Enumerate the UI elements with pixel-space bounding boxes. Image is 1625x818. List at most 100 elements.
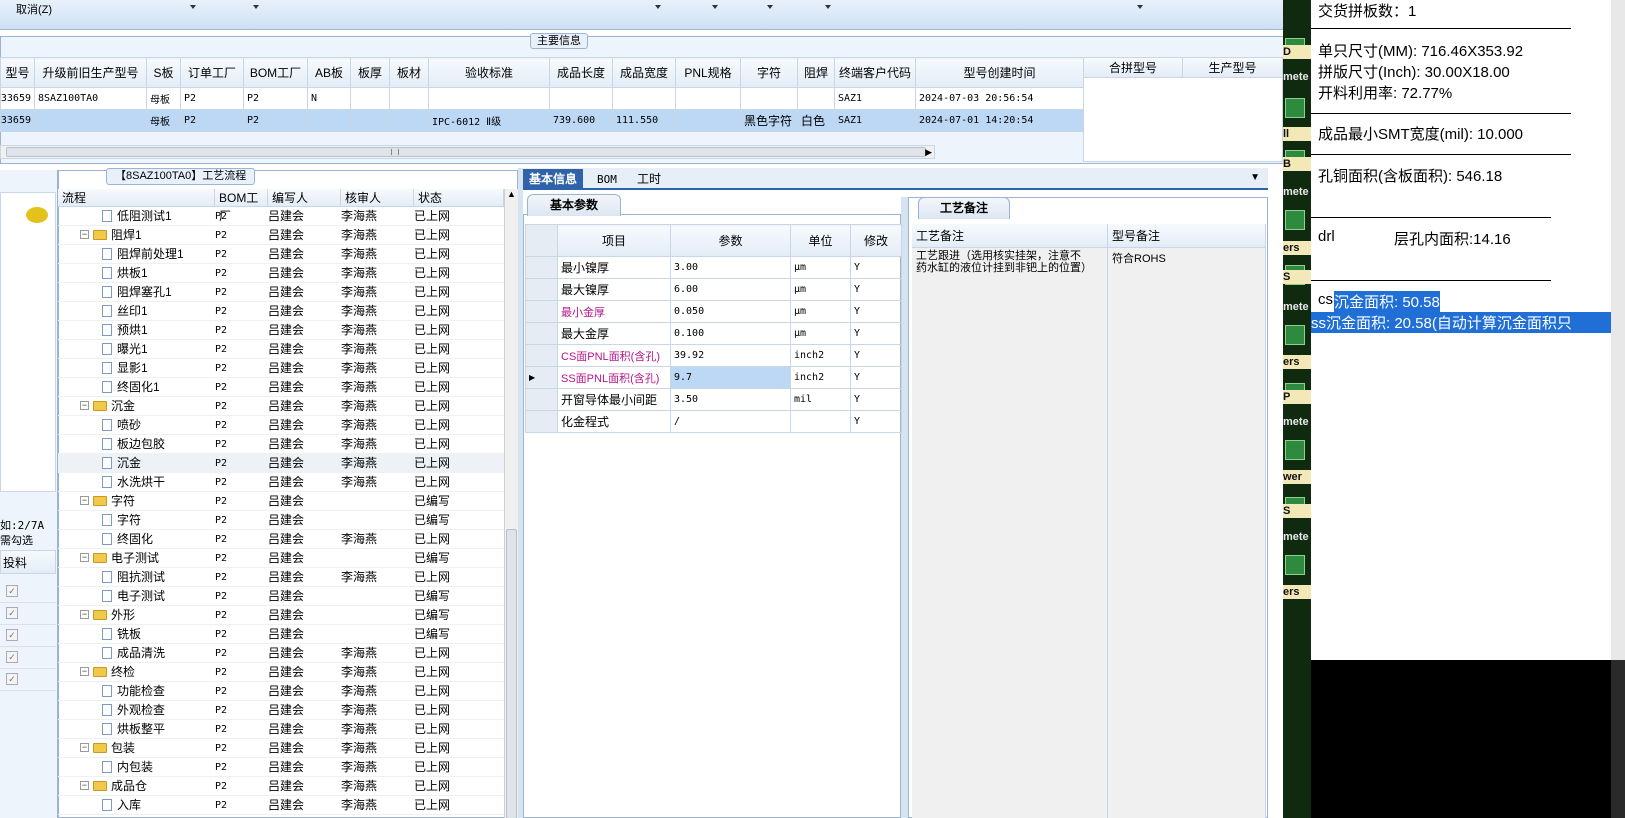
param-modify[interactable]: Y — [850, 300, 902, 323]
splitter[interactable] — [901, 197, 908, 818]
collapse-icon[interactable]: − — [80, 781, 89, 791]
tab-basic-info[interactable]: 基本信息 — [523, 169, 584, 190]
param-modify[interactable]: Y — [850, 344, 902, 367]
collapse-icon[interactable]: − — [80, 610, 89, 620]
process-row[interactable]: 曝光1 P2 吕建会 李海燕 已上网 — [58, 340, 504, 359]
process-row[interactable]: 阻抗测试 P2 吕建会 李海燕 已上网 — [58, 568, 504, 587]
col-header[interactable]: S板 — [146, 57, 181, 88]
col-header[interactable]: 终端客户代码 — [834, 57, 916, 88]
process-row[interactable]: 入库 P2 吕建会 李海燕 已上网 — [58, 796, 504, 815]
dropdown-arrow-icon[interactable] — [825, 5, 831, 9]
process-row[interactable]: 低阻测试1 P2 吕建会 李海燕 已上网 — [58, 207, 504, 226]
param-modify[interactable]: Y — [850, 366, 902, 389]
param-value[interactable]: 39.92 — [670, 344, 791, 367]
note-ss-gold-area[interactable]: ss沉金面积: 20.58(自动计算沉金面积只 — [1311, 312, 1611, 333]
process-row[interactable]: − 成品仓 P2 吕建会 李海燕 已上网 — [58, 777, 504, 796]
app-icon[interactable] — [1285, 325, 1305, 345]
col-header[interactable]: 成品宽度 — [612, 57, 676, 88]
col-header-process[interactable]: 流程 — [58, 189, 215, 207]
process-row[interactable]: 阻焊塞孔1 P2 吕建会 李海燕 已上网 — [58, 283, 504, 302]
row-header[interactable]: ▶ — [525, 366, 558, 389]
process-row[interactable]: 烘板1 P2 吕建会 李海燕 已上网 — [58, 264, 504, 283]
process-row[interactable]: 终固化 P2 吕建会 李海燕 已上网 — [58, 530, 504, 549]
process-row[interactable]: 丝印1 P2 吕建会 李海燕 已上网 — [58, 302, 504, 321]
tab-dropdown-icon[interactable]: ▼ — [1250, 172, 1260, 183]
checkbox[interactable]: ✓ — [6, 607, 18, 619]
col-header[interactable]: 型号 — [0, 57, 35, 88]
col-header[interactable]: BOM工厂 — [243, 57, 308, 88]
col-header[interactable]: 阻焊 — [797, 57, 835, 88]
col-header[interactable]: 验收标准 — [428, 57, 550, 88]
param-value[interactable]: 6.00 — [670, 278, 791, 301]
process-row[interactable]: 终固化1 P2 吕建会 李海燕 已上网 — [58, 378, 504, 397]
row-header[interactable] — [525, 410, 558, 433]
param-value[interactable]: 9.7 — [670, 366, 791, 389]
col-header-production-model[interactable]: 生产型号 — [1183, 58, 1283, 78]
app-icon[interactable] — [1285, 440, 1305, 460]
col-header-editor[interactable]: 编写人 — [268, 189, 341, 207]
col-header[interactable]: 升级前旧生产型号 — [34, 57, 147, 88]
row-header[interactable] — [525, 344, 558, 367]
param-row[interactable]: 开窗导体最小间距 3.50 mil Y — [525, 388, 902, 411]
dropdown-arrow-icon[interactable] — [1137, 5, 1143, 9]
process-row[interactable]: − 沉金 P2 吕建会 李海燕 已上网 — [58, 397, 504, 416]
horizontal-scrollbar[interactable]: ▶ — [0, 145, 935, 159]
col-header-status[interactable]: 状态 — [414, 189, 504, 207]
param-modify[interactable]: Y — [850, 388, 902, 411]
process-remark-cell[interactable]: 工艺跟进（选用核实挂架，注意不药水缸的液位计挂到非钯上的位置） — [912, 248, 1108, 818]
col-header-modify[interactable]: 修改 — [850, 224, 902, 257]
scrollbar-thumb[interactable] — [6, 147, 926, 157]
param-value[interactable]: 0.050 — [670, 300, 791, 323]
collapse-icon[interactable]: − — [80, 667, 89, 677]
process-row[interactable]: 板边包胶 P2 吕建会 李海燕 已上网 — [58, 435, 504, 454]
row-header[interactable] — [525, 322, 558, 345]
col-header-merge-model[interactable]: 合拼型号 — [1084, 58, 1183, 78]
app-icon[interactable] — [1285, 98, 1305, 118]
row-header[interactable] — [525, 300, 558, 323]
col-header[interactable]: 订单工厂 — [180, 57, 244, 88]
param-value[interactable]: 0.100 — [670, 322, 791, 345]
checkbox[interactable]: ✓ — [6, 585, 18, 597]
process-row[interactable]: 沉金 P2 吕建会 李海燕 已上网 — [58, 454, 504, 473]
note-cs-gold-area[interactable]: 沉金面积: 50.58 — [1334, 291, 1440, 312]
col-header[interactable]: 字符 — [740, 57, 798, 88]
param-modify[interactable]: Y — [850, 278, 902, 301]
process-row[interactable]: − 阻焊1 P2 吕建会 李海燕 已上网 — [58, 226, 504, 245]
process-row[interactable]: − 电子测试 P2 吕建会 已编写 — [58, 549, 504, 568]
table-row[interactable]: 33659 8SAZ100TA0 母板 P2 P2 N SAZ1 2024-07… — [0, 87, 1084, 110]
param-row[interactable]: CS面PNL面积(含孔) 39.92 inch2 Y — [525, 344, 902, 367]
process-row[interactable]: 外观检查 P2 吕建会 李海燕 已上网 — [58, 701, 504, 720]
collapse-icon[interactable]: − — [80, 496, 89, 506]
tab-hours[interactable]: 工时 — [631, 169, 667, 190]
process-row[interactable]: 功能检查 P2 吕建会 李海燕 已上网 — [58, 682, 504, 701]
table-row-selected[interactable]: 33659 母板 P2 P2 IPC-6012 Ⅱ级 739.600 111.5… — [0, 109, 1084, 132]
collapse-icon[interactable]: − — [80, 401, 89, 411]
col-header-model-remark[interactable]: 型号备注 — [1108, 224, 1266, 248]
chat-bubble-icon[interactable] — [26, 207, 48, 223]
scroll-up-arrow-icon[interactable]: ▲ — [507, 189, 516, 199]
row-header[interactable] — [525, 388, 558, 411]
cancel-menu[interactable]: 取消(Z) — [16, 1, 52, 17]
tab-bom[interactable]: BOM — [591, 169, 623, 190]
process-row[interactable]: 电子测试 P2 吕建会 已编写 — [58, 587, 504, 606]
scrollbar-thumb[interactable] — [506, 529, 517, 818]
dropdown-arrow-icon[interactable] — [767, 5, 773, 9]
row-header[interactable] — [525, 256, 558, 279]
process-row[interactable]: 喷砂 P2 吕建会 李海燕 已上网 — [58, 416, 504, 435]
process-row[interactable]: 内包装 P2 吕建会 李海燕 已上网 — [58, 758, 504, 777]
tab-basic-params[interactable]: 基本参数 — [527, 194, 621, 216]
col-header-item[interactable]: 项目 — [557, 224, 671, 257]
dropdown-arrow-icon[interactable] — [712, 5, 718, 9]
param-value[interactable]: 3.50 — [670, 388, 791, 411]
collapse-icon[interactable]: − — [80, 553, 89, 563]
checkbox[interactable]: ✓ — [6, 673, 18, 685]
col-header[interactable]: AB板 — [307, 57, 351, 88]
vertical-scrollbar[interactable]: ▲ — [504, 189, 518, 818]
col-header[interactable]: 板厚 — [350, 57, 390, 88]
collapse-icon[interactable]: − — [80, 743, 89, 753]
param-modify[interactable]: Y — [850, 256, 902, 279]
dropdown-arrow-icon[interactable] — [253, 5, 259, 9]
param-row[interactable]: 化金程式 / Y — [525, 410, 902, 433]
row-header[interactable] — [525, 278, 558, 301]
param-row[interactable]: 最小镍厚 3.00 μm Y — [525, 256, 902, 279]
